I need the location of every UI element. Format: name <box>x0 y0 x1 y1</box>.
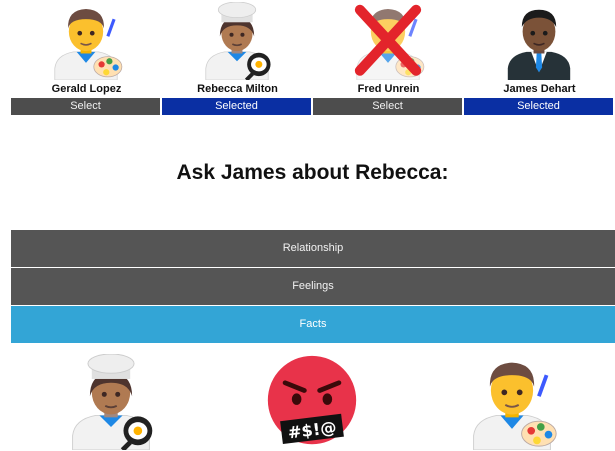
topic-menu: Relationship Feelings Facts <box>11 230 615 344</box>
character-row: Gerald Lopez Select Rebecca Milton Selec… <box>11 0 615 116</box>
character-card-james: James Dehart Selected <box>464 0 615 116</box>
select-button-rebecca[interactable]: Selected <box>162 98 311 115</box>
topic-button-relationship[interactable]: Relationship <box>11 230 615 267</box>
character-card-gerald: Gerald Lopez Select <box>11 0 162 116</box>
character-name: James Dehart <box>503 83 576 95</box>
man-artist-icon <box>11 0 162 82</box>
select-button-fred[interactable]: Select <box>313 98 462 115</box>
character-card-rebecca: Rebecca Milton Selected <box>162 0 313 116</box>
select-button-james[interactable]: Selected <box>464 98 613 115</box>
character-name: Fred Unrein <box>357 83 420 95</box>
character-card-fred: Fred Unrein Select <box>313 0 464 116</box>
character-name: Gerald Lopez <box>51 83 122 95</box>
man-in-suit-icon <box>464 0 615 82</box>
angry-face-with-symbols-icon: #$!@ <box>264 354 360 450</box>
topic-button-facts[interactable]: Facts <box>11 306 615 343</box>
topic-button-feelings[interactable]: Feelings <box>11 268 615 305</box>
answer-row: #$!@ <box>11 350 615 451</box>
question-heading: Ask James about Rebecca: <box>176 161 449 184</box>
woman-cook-icon <box>162 0 313 82</box>
select-button-gerald[interactable]: Select <box>11 98 160 115</box>
character-name: Rebecca Milton <box>197 83 278 95</box>
man-artist-icon <box>464 354 560 450</box>
man-artist-crossed-out-icon <box>313 0 464 82</box>
woman-cook-icon <box>63 354 159 450</box>
